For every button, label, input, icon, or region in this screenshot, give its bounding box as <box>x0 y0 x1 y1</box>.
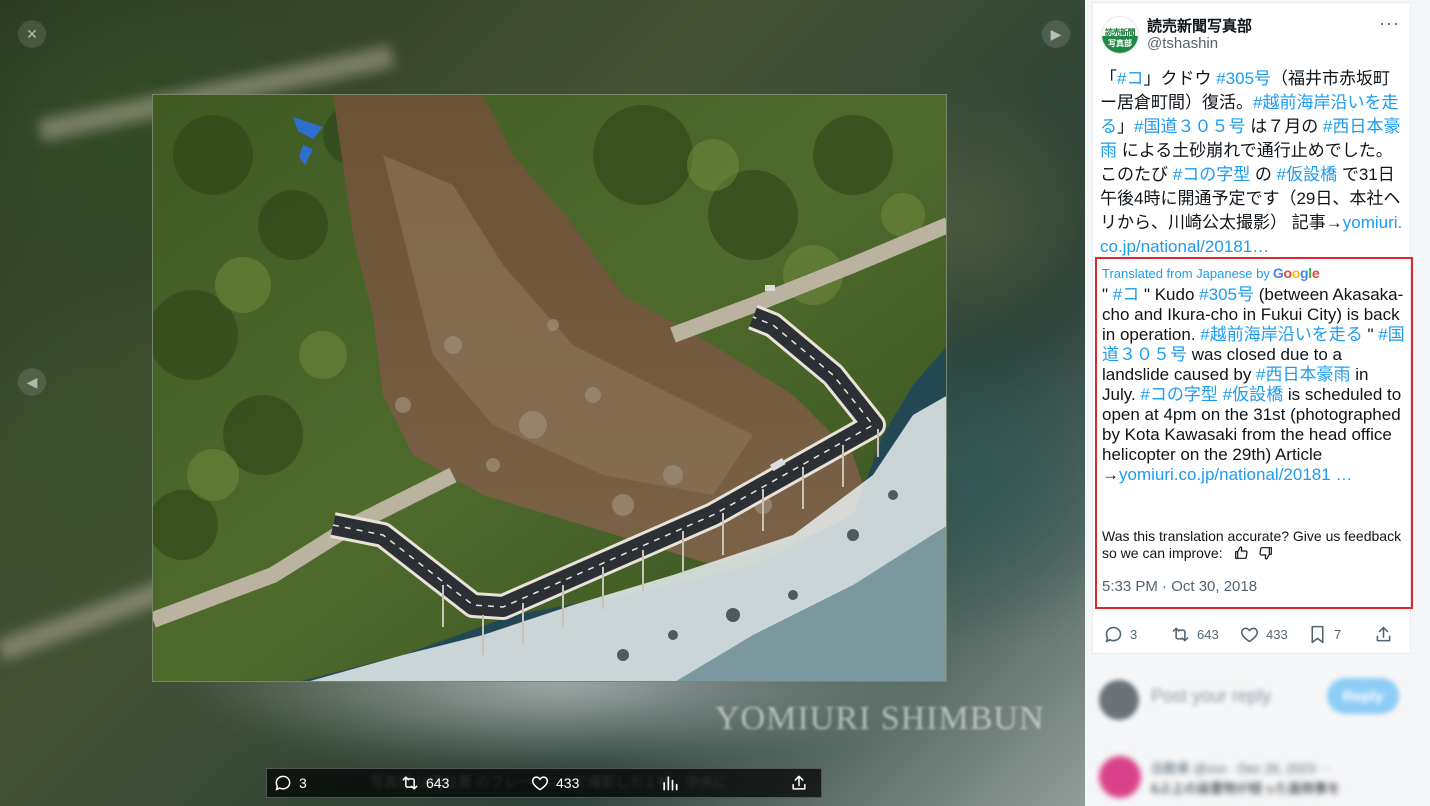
hashtag-link[interactable]: #国道３０５号 <box>1134 117 1245 136</box>
like-count: 433 <box>1266 626 1288 642</box>
retweet-icon <box>402 776 418 790</box>
hashtag-link[interactable]: #仮設橋 <box>1223 385 1283 404</box>
translation-text-part: " <box>1102 285 1113 304</box>
media-reply-button[interactable]: 3 <box>273 769 307 797</box>
google-letter: G <box>1272 265 1284 281</box>
media-like-button[interactable]: 433 <box>530 769 579 797</box>
reply-composer: Post your reply Reply <box>1099 676 1417 720</box>
hashtag-link[interactable]: #コ <box>1113 285 1139 304</box>
hashtag-link[interactable]: #コ <box>1117 69 1143 88</box>
user-avatar <box>1099 680 1139 720</box>
translation-feedback: Was this translation accurate? Give us f… <box>1102 528 1406 562</box>
tweet-timestamp[interactable]: 5:33 PM · Oct 30, 2018 <box>1102 578 1257 595</box>
reply-input[interactable]: Post your reply <box>1151 686 1271 707</box>
hashtag-link[interactable]: #越前海岸沿いを走る <box>1200 325 1362 344</box>
media-like-count: 433 <box>556 775 580 791</box>
google-letter: o <box>1291 265 1301 281</box>
avatar[interactable]: 読売新聞 写真部 <box>1101 16 1139 54</box>
like-button[interactable]: 433 <box>1239 624 1288 645</box>
reply-icon <box>1105 626 1122 642</box>
share-icon <box>1376 626 1391 641</box>
media-action-bar: 3 643 433 <box>266 768 822 798</box>
media-retweet-count: 643 <box>426 775 450 791</box>
reply-icon <box>275 775 291 791</box>
tweet-action-bar: 3 643 433 7 <box>1093 619 1412 649</box>
translated-by-label: Translated from Japanese by Google <box>1102 265 1320 281</box>
translated-by-text: Translated from Japanese by <box>1102 265 1270 281</box>
tweet-text-part: の <box>1250 165 1277 184</box>
author-name[interactable]: 読売新聞写真部 <box>1147 15 1252 36</box>
translation-text: " #コ " Kudo #305号 (between Akasaka-cho a… <box>1102 285 1406 485</box>
media-reply-count: 3 <box>299 775 307 791</box>
thumbs-down-icon[interactable] <box>1258 545 1274 561</box>
hashtag-link[interactable]: #コの字型 <box>1140 385 1217 404</box>
hashtag-link[interactable]: #西日本豪雨 <box>1256 365 1350 384</box>
author-handle[interactable]: @tshashin <box>1147 35 1218 52</box>
google-letter: e <box>1311 265 1320 281</box>
hashtag-link[interactable]: #305号 <box>1216 69 1271 88</box>
hashtag-link[interactable]: #305号 <box>1199 285 1254 304</box>
watermark-text: YOMIURI SHIMBUN <box>715 700 1045 737</box>
tweet-text-part: 「 <box>1100 69 1117 88</box>
translation-text-part: " Kudo <box>1139 285 1200 304</box>
google-letter: o <box>1283 265 1292 281</box>
heart-icon <box>1241 627 1258 642</box>
article-link[interactable]: yomiuri.co.jp/national/20181 … <box>1119 465 1352 484</box>
media-retweet-button[interactable]: 643 <box>400 769 449 797</box>
retweet-count: 643 <box>1197 626 1219 642</box>
reply-meta: 自動車 @xxx · Dec 26, 2023 ··· <box>1151 761 1332 776</box>
reply-count: 3 <box>1130 626 1138 642</box>
reply-text: 6ぶ上の設置物が経った面倒事を <box>1151 781 1341 796</box>
google-logo: Google <box>1272 265 1320 281</box>
media-views-button[interactable] <box>660 769 680 797</box>
reply-button[interactable]: 3 <box>1103 624 1137 645</box>
more-options-icon[interactable]: ··· <box>1379 13 1400 34</box>
next-arrow-icon[interactable]: ▶ <box>1042 20 1070 48</box>
reply-submit-button[interactable]: Reply <box>1327 678 1399 714</box>
retweet-button[interactable]: 643 <box>1170 624 1219 645</box>
tweet-card: 読売新聞 写真部 読売新聞写真部 @tshashin ··· 「#コ」クドウ #… <box>1092 2 1413 654</box>
translation-highlight-box: Translated from Japanese by Google " #コ … <box>1095 257 1413 609</box>
landslide-photo[interactable] <box>152 94 947 682</box>
heart-icon <box>531 776 549 791</box>
tweet-text-part: は７月の <box>1245 117 1323 136</box>
hashtag-link[interactable]: #コの字型 <box>1173 165 1250 184</box>
tweet-text-part: 」クドウ <box>1143 69 1217 88</box>
tweet-text: 「#コ」クドウ #305号（福井市赤坂町ー居倉町間）復活。#越前海岸沿いを走る」… <box>1100 67 1406 259</box>
avatar-text-bottom: 写真部 <box>1102 36 1138 53</box>
bookmark-count: 7 <box>1334 626 1342 642</box>
reply-list-item[interactable]: 自動車 @xxx · Dec 26, 2023 ··· 6ぶ上の設置物が経った面… <box>1099 752 1417 806</box>
bookmark-button[interactable]: 7 <box>1307 624 1341 645</box>
close-icon[interactable]: ✕ <box>18 20 46 48</box>
retweet-icon <box>1172 627 1189 641</box>
feedback-text: Was this translation accurate? Give us f… <box>1102 528 1402 561</box>
media-share-button[interactable] <box>789 769 809 797</box>
tweet-panel: 読売新聞 写真部 読売新聞写真部 @tshashin ··· 「#コ」クドウ #… <box>1085 0 1430 806</box>
hashtag-link[interactable]: #仮設橋 <box>1277 165 1337 184</box>
previous-arrow-icon[interactable]: ◀ <box>18 368 46 396</box>
share-icon <box>792 775 806 790</box>
share-button[interactable] <box>1373 624 1394 645</box>
media-viewer: ✕ ▶ ◀ YOMIURI SHIMBUN 3 643 433 <box>0 0 1085 806</box>
analytics-icon <box>663 776 678 791</box>
tweet-text-part: 」 <box>1117 117 1134 136</box>
translation-text-part: " <box>1362 325 1379 344</box>
bookmark-icon <box>1311 625 1324 643</box>
thumbs-up-icon[interactable] <box>1233 545 1249 561</box>
avatar <box>1099 756 1141 798</box>
aerial-photo-illustration <box>153 95 946 681</box>
